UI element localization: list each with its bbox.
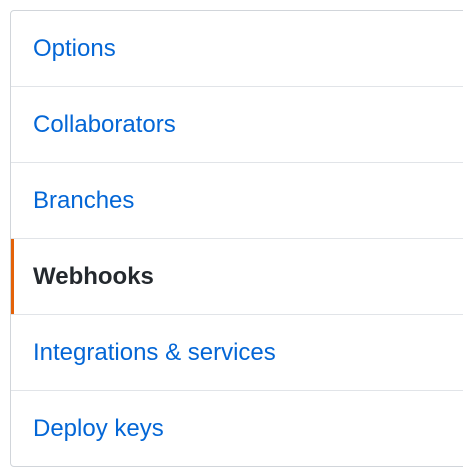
menu-item-deploy-keys[interactable]: Deploy keys <box>11 390 463 466</box>
menu-item-webhooks[interactable]: Webhooks <box>11 238 463 314</box>
menu-item-branches[interactable]: Branches <box>11 162 463 238</box>
settings-menu: Options Collaborators Branches Webhooks … <box>10 10 463 467</box>
menu-item-collaborators[interactable]: Collaborators <box>11 86 463 162</box>
menu-item-integrations-services[interactable]: Integrations & services <box>11 314 463 390</box>
menu-item-options[interactable]: Options <box>11 11 463 86</box>
